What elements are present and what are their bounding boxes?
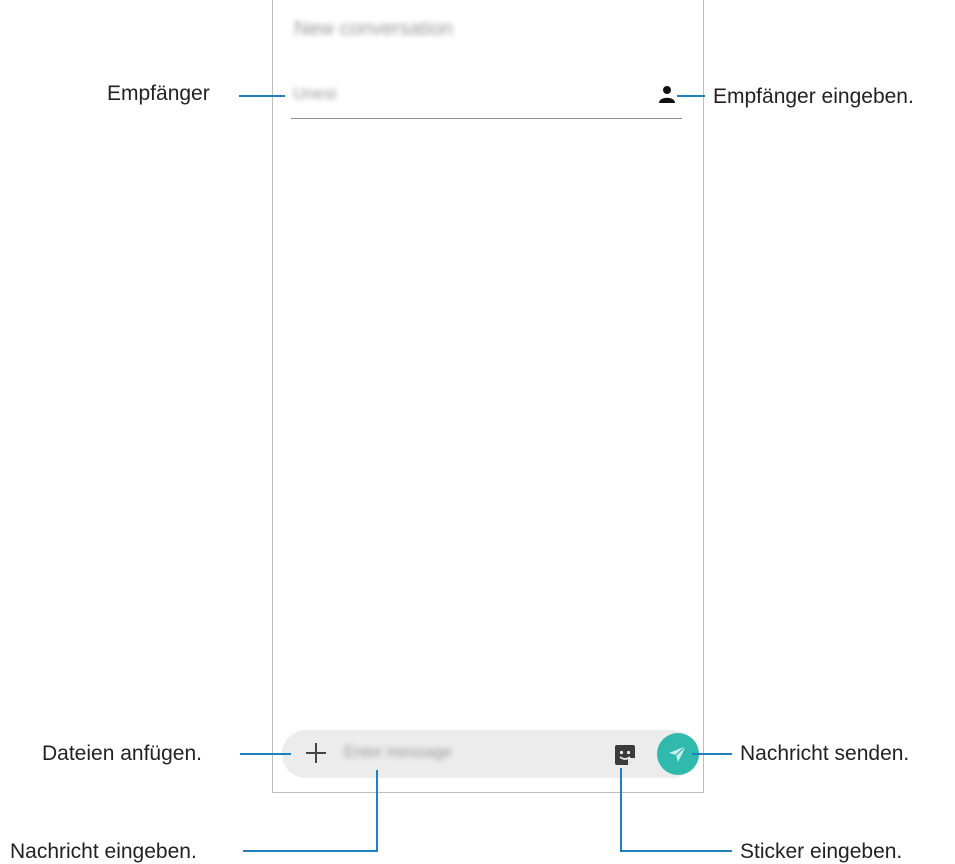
callout-enter-sticker: Sticker eingeben. xyxy=(740,840,903,863)
callout-recipient: Empfänger xyxy=(107,82,210,105)
sticker-icon[interactable] xyxy=(614,744,636,766)
phone-screen: New conversation Unesi Enter message xyxy=(272,0,704,793)
contact-icon[interactable] xyxy=(659,85,675,103)
callout-line xyxy=(692,753,732,755)
callout-line xyxy=(376,770,378,852)
message-composer: Enter message xyxy=(282,730,699,778)
recipient-divider xyxy=(291,118,682,119)
callout-line xyxy=(677,95,705,97)
callout-enter-recipient: Empfänger eingeben. xyxy=(713,85,914,108)
message-input[interactable]: Enter message xyxy=(344,744,452,762)
recipient-input[interactable]: Unesi xyxy=(293,84,336,104)
callout-line xyxy=(240,753,291,755)
callout-enter-message: Nachricht eingeben. xyxy=(10,840,197,863)
callout-line xyxy=(243,850,378,852)
page-title: New conversation xyxy=(294,18,453,40)
callout-attach-files: Dateien anfügen. xyxy=(42,742,202,765)
send-icon xyxy=(669,745,687,762)
callout-line xyxy=(239,95,285,97)
callout-send-message: Nachricht senden. xyxy=(740,742,910,765)
callout-line xyxy=(620,768,622,852)
plus-icon[interactable] xyxy=(304,741,328,765)
callout-line xyxy=(620,850,732,852)
